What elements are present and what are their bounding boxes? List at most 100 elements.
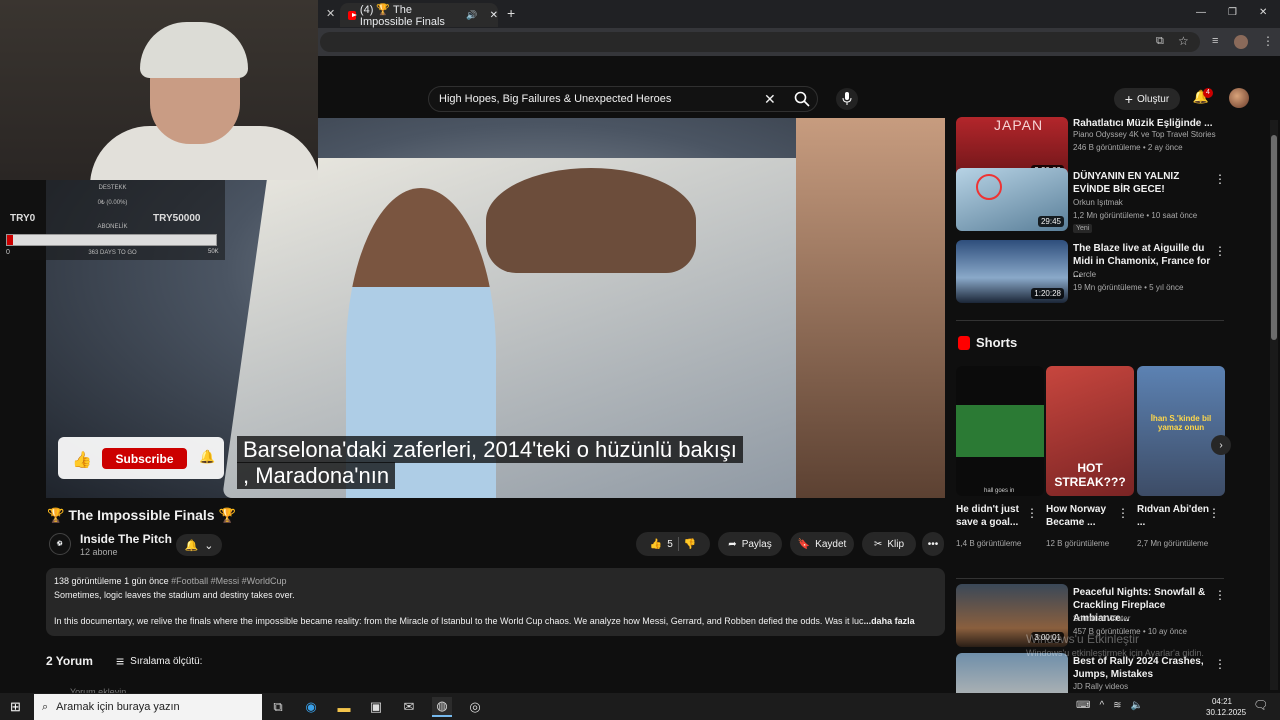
- sort-comments-button[interactable]: ≡ Sıralama ölçütü:: [116, 653, 202, 669]
- short-thumbnail-text: İhan S.'kinde bil yamaz onun: [1150, 414, 1212, 432]
- notification-center-icon[interactable]: 🗨: [1253, 698, 1268, 712]
- sort-label: Sıralama ölçütü:: [130, 655, 203, 667]
- more-options-icon[interactable]: ⋮: [1117, 506, 1129, 520]
- like-dislike-button[interactable]: 👍 5 👎: [636, 532, 710, 556]
- description-meta: 138 görüntüleme 1 gün önce #Football #Me…: [54, 576, 287, 586]
- scrollbar-thumb[interactable]: [1271, 135, 1277, 340]
- video-channel: Cercle: [1073, 270, 1097, 279]
- store-icon[interactable]: ▣: [366, 697, 386, 717]
- clear-search-icon[interactable]: ✕: [764, 91, 776, 108]
- search-button[interactable]: [788, 88, 816, 110]
- new-tab-button[interactable]: +: [507, 5, 515, 21]
- search-query: High Hopes, Big Failures & Unexpected He…: [439, 93, 672, 105]
- file-explorer-icon[interactable]: ▬: [334, 697, 354, 717]
- video-fan-figure: [796, 118, 945, 498]
- account-avatar[interactable]: [1229, 88, 1249, 108]
- hashtags[interactable]: #Football #Messi #WorldCup: [171, 576, 286, 586]
- voice-search-button[interactable]: [836, 88, 858, 110]
- tray-expand-icon[interactable]: ^: [1099, 700, 1104, 711]
- more-options-icon[interactable]: ⋮: [1214, 244, 1226, 258]
- maximize-button[interactable]: ❐: [1228, 7, 1237, 18]
- video-channel: Sound of Winter: [1073, 614, 1131, 623]
- minimize-button[interactable]: —: [1196, 7, 1206, 18]
- widget-top-label: DESTEKK: [98, 185, 127, 191]
- install-app-icon[interactable]: ⧉: [1156, 35, 1164, 48]
- keyboard-icon[interactable]: ⌨: [1076, 700, 1090, 711]
- video-meta: 19 Mn görüntüleme • 5 yıl önce: [1073, 283, 1184, 292]
- windows-start-icon[interactable]: ⊞: [10, 699, 21, 715]
- more-options-icon[interactable]: ⋮: [1026, 506, 1038, 520]
- youtube-favicon-icon: [348, 10, 357, 20]
- short-thumbnail-3[interactable]: İhan S.'kinde bil yamaz onun: [1137, 366, 1225, 496]
- close-window-button[interactable]: ✕: [1259, 7, 1267, 18]
- speaker-icon[interactable]: 🔊: [466, 10, 477, 21]
- video-thumbnail: [956, 653, 1068, 693]
- widget-left-label: TRY0: [10, 213, 36, 224]
- search-icon: [794, 91, 810, 107]
- save-button[interactable]: 🔖 Kaydet: [790, 532, 854, 556]
- share-arrow-icon: ➦: [728, 538, 737, 550]
- divider: [956, 578, 1224, 579]
- create-button[interactable]: + Oluştur: [1114, 88, 1180, 110]
- channel-name[interactable]: Inside The Pitch: [80, 532, 172, 546]
- plus-icon: +: [1124, 91, 1133, 107]
- task-view-icon[interactable]: ⧉: [268, 697, 288, 717]
- share-button[interactable]: ➦ Paylaş: [718, 532, 782, 556]
- description-line-2: In this documentary, we relive the final…: [54, 616, 915, 626]
- more-options-icon[interactable]: ⋮: [1214, 172, 1226, 186]
- notifications-dropdown-button[interactable]: 🔔 ⌄: [176, 534, 222, 556]
- chrome-browser-icon[interactable]: ◍: [432, 697, 452, 717]
- recommended-video-3[interactable]: 1:20:28 The Blaze live at Aiguille du Mi…: [956, 240, 1226, 306]
- widget-progress-bar: [6, 234, 217, 246]
- browser-menu-icon[interactable]: ⋮: [1262, 34, 1274, 48]
- taskbar-search-input[interactable]: ⌕ Aramak için buraya yazın: [34, 694, 262, 720]
- upload-time: 1 gün önce: [124, 576, 169, 586]
- highlight-circle-icon: [976, 174, 1002, 200]
- short-thumbnail-text: hall goes in: [984, 488, 1015, 494]
- close-tab-icon[interactable]: ✕: [490, 10, 498, 21]
- volume-icon[interactable]: 🔈: [1131, 700, 1143, 711]
- browser-tab-active[interactable]: (4) 🏆 The Impossible Finals 🔊 ✕: [340, 3, 498, 28]
- close-tab-icon[interactable]: ✕: [326, 7, 335, 20]
- more-actions-button[interactable]: •••: [922, 532, 944, 556]
- more-options-icon[interactable]: ⋮: [1208, 506, 1220, 520]
- new-badge: Yeni: [1073, 224, 1093, 233]
- chevron-right-icon: ›: [1219, 439, 1223, 451]
- mail-icon[interactable]: ✉: [399, 697, 419, 717]
- short-title-3[interactable]: Rıdvan Abi'den ...: [1137, 503, 1215, 529]
- widget-scale-max: 50K: [208, 249, 219, 255]
- short-views-3: 2,7 Mn görüntüleme: [1137, 539, 1209, 548]
- short-thumbnail-2[interactable]: HOT STREAK???: [1046, 366, 1134, 496]
- omnibox[interactable]: [320, 32, 1200, 52]
- recommended-video-5[interactable]: Best of Rally 2024 Crashes, Jumps, Mista…: [956, 653, 1226, 693]
- shorts-next-button[interactable]: ›: [1211, 435, 1231, 455]
- edge-browser-icon[interactable]: ◉: [301, 697, 321, 717]
- media-control-icon[interactable]: ≡: [1212, 35, 1218, 47]
- video-meta: 1,2 Mn görüntüleme • 10 saat önce: [1073, 211, 1198, 220]
- view-count: 138 görüntüleme: [54, 576, 122, 586]
- search-input[interactable]: High Hopes, Big Failures & Unexpected He…: [428, 86, 818, 112]
- subscribe-overlay-button[interactable]: Subscribe: [102, 448, 187, 469]
- taskbar-clock[interactable]: 04:21 30.12.2025: [1206, 696, 1246, 718]
- clip-button[interactable]: ✂ Klip: [862, 532, 916, 556]
- thumbs-down-icon[interactable]: 👎: [684, 539, 696, 550]
- profile-avatar[interactable]: [1234, 35, 1248, 49]
- page-scrollbar[interactable]: [1270, 120, 1278, 690]
- subscriber-count: 12 abone: [80, 547, 118, 557]
- more-options-icon[interactable]: ⋮: [1214, 588, 1226, 602]
- chevron-down-icon: ⌄: [204, 539, 214, 552]
- description-text: In this documentary, we relive the final…: [54, 616, 864, 626]
- show-more-link[interactable]: ...daha fazla: [864, 616, 915, 626]
- short-thumbnail-text: HOT STREAK???: [1054, 461, 1126, 489]
- obs-icon[interactable]: ◎: [465, 697, 485, 717]
- more-options-icon[interactable]: ⋮: [1214, 657, 1226, 671]
- thumbs-up-icon[interactable]: 👍: [650, 539, 662, 550]
- bookmark-star-icon[interactable]: ☆: [1178, 34, 1189, 48]
- short-title-2[interactable]: How Norway Became ...: [1046, 503, 1124, 529]
- network-icon[interactable]: ≋: [1113, 700, 1121, 711]
- channel-avatar[interactable]: ⚽: [49, 533, 71, 555]
- recommended-video-2[interactable]: 29:45 DÜNYANIN EN YALNIZ EVİNDE BİR GECE…: [956, 168, 1226, 234]
- video-thumbnail: 29:45: [956, 168, 1068, 231]
- short-title-1[interactable]: He didn't just save a goal...: [956, 503, 1034, 529]
- short-thumbnail-1[interactable]: hall goes in: [956, 366, 1044, 496]
